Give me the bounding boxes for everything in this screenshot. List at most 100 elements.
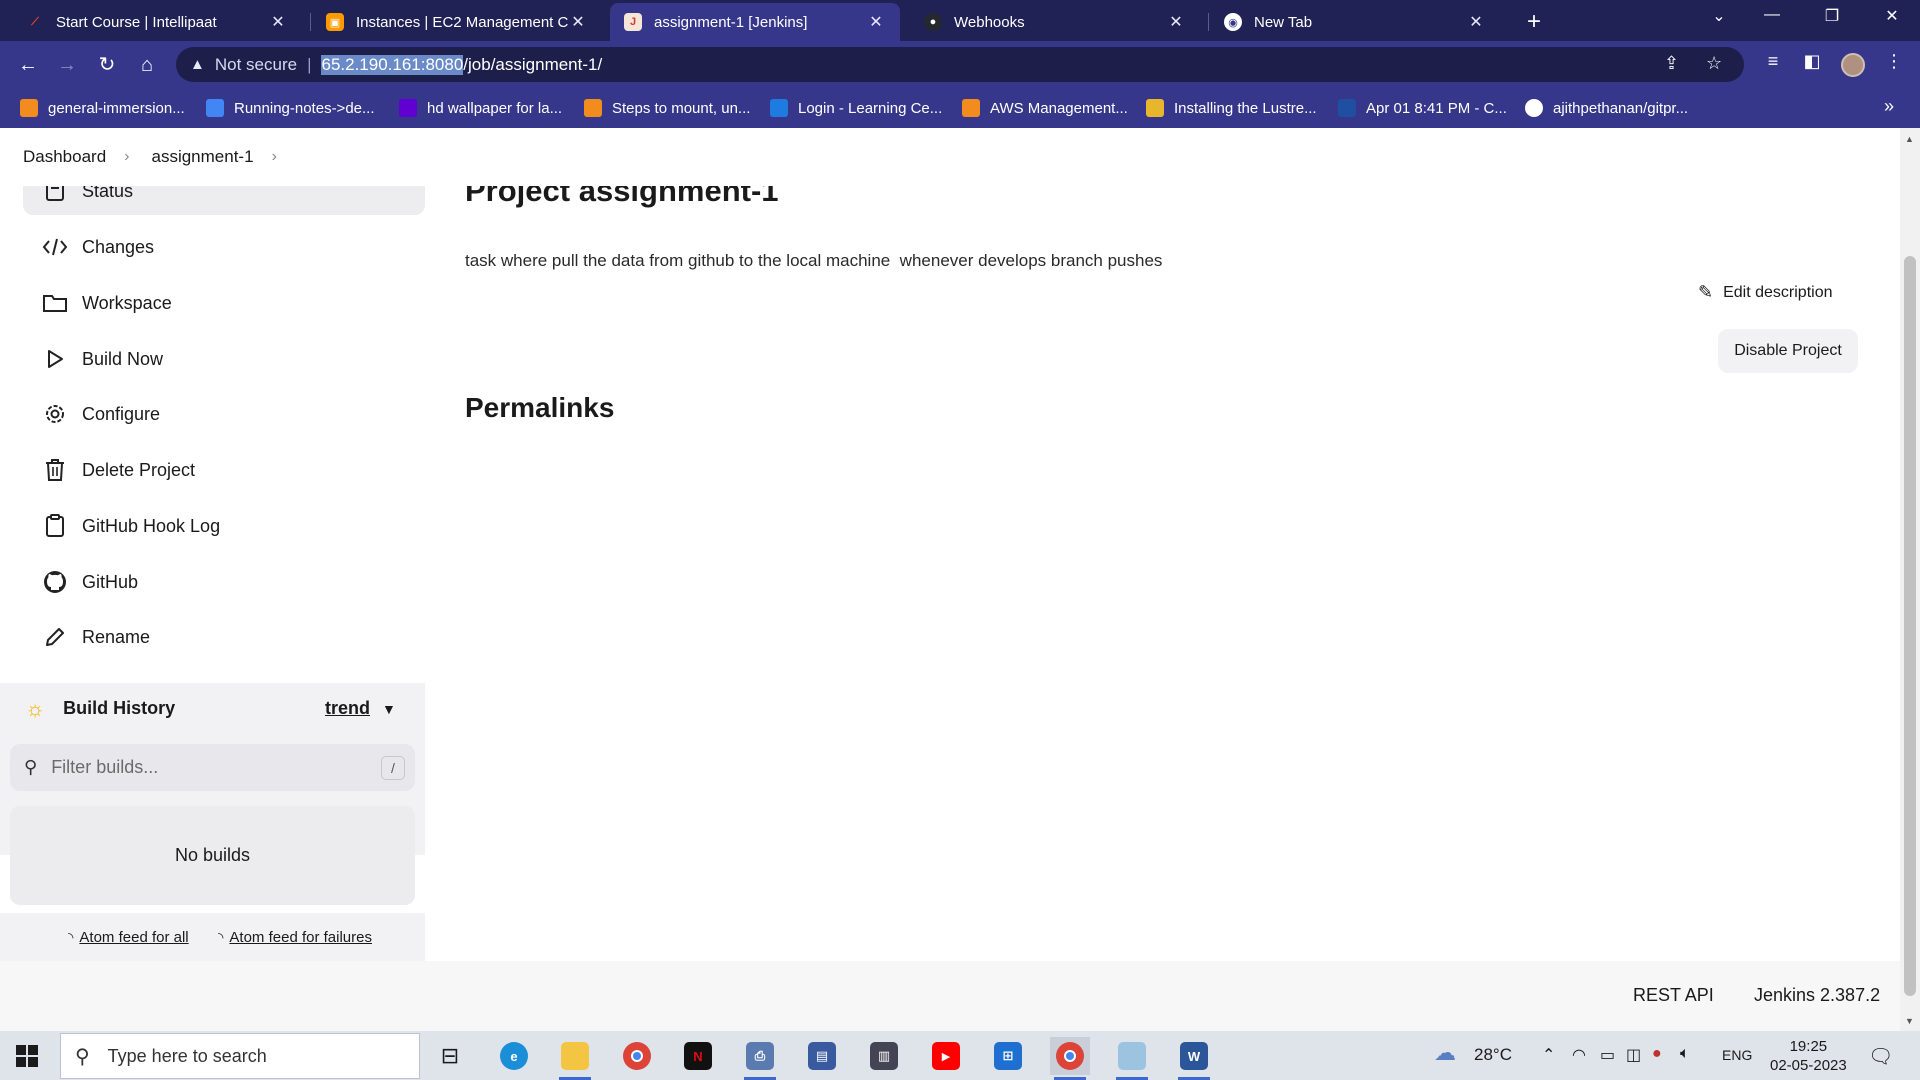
sidebar-item-configure[interactable]: Configure — [23, 390, 425, 438]
scroll-down-arrow-icon[interactable]: ▼ — [1905, 1016, 1914, 1026]
menu-kebab-icon[interactable]: ⋮ — [1880, 51, 1908, 72]
back-button[interactable]: ← — [14, 51, 42, 79]
bookmark-label: Running-notes->de... — [234, 99, 375, 117]
reload-button[interactable]: ↻ — [93, 51, 121, 79]
taskbar-search[interactable]: ⚲ Type here to search — [60, 1033, 420, 1079]
close-tab-icon[interactable]: ✕ — [866, 12, 886, 32]
filter-builds-input[interactable] — [51, 757, 372, 778]
profile-avatar[interactable] — [1841, 53, 1865, 77]
netflix-icon[interactable]: N — [678, 1037, 718, 1075]
sidebar-item-github-hook-log[interactable]: GitHub Hook Log — [23, 502, 425, 550]
network-app-icon[interactable]: ⎙ — [740, 1037, 780, 1080]
chevron-up-icon[interactable]: ⌃ — [1542, 1045, 1555, 1065]
notification-icon[interactable]: 🗨︎ — [1868, 1044, 1893, 1069]
tab-search-chevron-icon[interactable]: ⌄ — [1699, 6, 1739, 26]
chevron-right-icon[interactable]: › — [272, 148, 277, 166]
chevron-down-icon[interactable]: ▼ — [382, 701, 396, 717]
close-tab-icon[interactable]: ✕ — [1166, 12, 1186, 32]
language-indicator[interactable]: ENG — [1722, 1047, 1752, 1063]
remote-desktop-icon[interactable]: ▤ — [802, 1037, 842, 1075]
chrome-profile-icon[interactable] — [1050, 1037, 1090, 1080]
share-icon[interactable]: ⇪ — [1664, 53, 1679, 74]
scroll-up-arrow-icon[interactable]: ▲ — [1905, 134, 1914, 144]
rest-api-link[interactable]: REST API — [1633, 985, 1714, 1006]
new-tab-button[interactable]: + — [1520, 8, 1548, 36]
jenkins-version-link[interactable]: Jenkins 2.387.2 — [1754, 985, 1880, 1006]
scrollbar-thumb[interactable] — [1904, 256, 1916, 996]
file-explorer-icon[interactable] — [555, 1037, 595, 1080]
battery-icon[interactable]: ▭ — [1600, 1045, 1615, 1065]
sidebar-item-label: Build Now — [82, 348, 164, 369]
restore-button[interactable]: ❐ — [1812, 6, 1852, 26]
antivirus-icon[interactable]: ● — [1652, 1045, 1662, 1063]
edit-description-link[interactable]: ✎ Edit description — [1698, 282, 1832, 303]
minimize-button[interactable]: — — [1752, 6, 1792, 24]
bookmark-item[interactable]: Apr 01 8:41 PM - C... — [1338, 99, 1507, 117]
close-tab-icon[interactable]: ✕ — [568, 12, 588, 32]
breadcrumb-assignment[interactable]: assignment-1 — [152, 147, 254, 167]
tab-intellipaat[interactable]: ⟋ Start Course | Intellipaat ✕ — [12, 3, 302, 41]
volume-icon[interactable]: 🔈︎ — [1680, 1045, 1690, 1063]
play-icon — [40, 344, 70, 374]
trend-link[interactable]: trend — [325, 698, 370, 719]
bookmark-item[interactable]: AWS Management... — [962, 99, 1128, 117]
forward-button[interactable]: → — [53, 51, 81, 79]
tab-jenkins[interactable]: J assignment-1 [Jenkins] ✕ — [610, 3, 900, 41]
cloud-weather-icon[interactable]: ☁ — [1434, 1040, 1456, 1066]
browser-tab-bar: ⟋ Start Course | Intellipaat ✕ ▣ Instanc… — [0, 0, 1920, 41]
youtube-icon[interactable]: ▶ — [926, 1037, 966, 1075]
close-tab-icon[interactable]: ✕ — [268, 12, 288, 32]
wifi-icon[interactable]: ◠ — [1572, 1045, 1586, 1065]
windows-start-button[interactable] — [16, 1045, 38, 1067]
sidebar-item-workspace[interactable]: Workspace — [23, 279, 425, 327]
github-icon — [1525, 99, 1543, 117]
trash-icon — [40, 455, 70, 485]
chrome-icon[interactable] — [617, 1037, 657, 1075]
bookmark-item[interactable]: Installing the Lustre... — [1146, 99, 1317, 117]
camera-icon[interactable]: ◫ — [1626, 1045, 1641, 1065]
sidebar-item-github[interactable]: GitHub — [23, 558, 425, 606]
atom-feed-all-link[interactable]: ◝ Atom feed for all — [68, 929, 189, 946]
bookmark-item[interactable]: hd wallpaper for la... — [399, 99, 562, 117]
tab-webhooks[interactable]: ● Webhooks ✕ — [910, 3, 1200, 41]
not-secure-label[interactable]: Not secure — [215, 55, 297, 75]
bookmark-item[interactable]: Login - Learning Ce... — [770, 99, 942, 117]
bookmark-star-icon[interactable]: ☆ — [1706, 53, 1722, 74]
sidebar-item-build-now[interactable]: Build Now — [23, 335, 425, 383]
disable-project-button[interactable]: Disable Project — [1718, 329, 1858, 373]
close-tab-icon[interactable]: ✕ — [1466, 12, 1486, 32]
microsoft-store-icon[interactable]: ⊞ — [988, 1037, 1028, 1075]
tab-title: New Tab — [1254, 13, 1313, 31]
media-queue-icon[interactable]: ≡ — [1759, 51, 1787, 72]
aws-icon — [962, 99, 980, 117]
clock[interactable]: 19:25 02-05-2023 — [1770, 1037, 1847, 1075]
chevron-right-icon[interactable]: › — [124, 148, 129, 166]
notepad-icon[interactable] — [1112, 1037, 1152, 1080]
more-bookmarks-icon[interactable]: » — [1884, 96, 1894, 117]
tab-ec2[interactable]: ▣ Instances | EC2 Management Cor ✕ — [312, 3, 602, 41]
sidebar-item-rename[interactable]: Rename — [23, 613, 425, 661]
bookmark-item[interactable]: Running-notes->de... — [206, 99, 375, 117]
edge-icon[interactable]: e — [494, 1037, 534, 1075]
tab-new-tab[interactable]: ◉ New Tab ✕ — [1210, 3, 1500, 41]
bookmark-item[interactable]: general-immersion... — [20, 99, 185, 117]
url-host: 65.2.190.161:8080 — [321, 54, 464, 75]
sidebar-item-delete-project[interactable]: Delete Project — [23, 446, 425, 494]
sidebar-item-changes[interactable]: Changes — [23, 223, 425, 271]
task-view-icon[interactable]: ⊟ — [430, 1037, 470, 1075]
word-icon[interactable]: W — [1174, 1037, 1214, 1080]
bookmark-item[interactable]: Steps to mount, un... — [584, 99, 750, 117]
address-bar[interactable]: ▲ Not secure | 65.2.190.161:8080/job/ass… — [176, 47, 1744, 82]
breadcrumb-dashboard[interactable]: Dashboard — [23, 147, 106, 167]
url-path: /job/assignment-1/ — [463, 54, 603, 74]
atom-feed-failures-link[interactable]: ◝ Atom feed for failures — [218, 929, 372, 946]
bookmark-item[interactable]: ajithpethanan/gitpr... — [1525, 99, 1688, 117]
putty-icon[interactable]: ▥ — [864, 1037, 904, 1075]
weather-temperature[interactable]: 28°C — [1474, 1045, 1512, 1065]
close-window-button[interactable]: ✕ — [1872, 6, 1912, 26]
bookmark-label: Installing the Lustre... — [1174, 99, 1317, 117]
filter-builds-field[interactable]: ⚲ / — [10, 744, 415, 791]
home-button[interactable]: ⌂ — [133, 51, 161, 79]
side-panel-icon[interactable]: ◧ — [1798, 51, 1826, 72]
page-scrollbar[interactable]: ▲ ▼ — [1900, 128, 1920, 1031]
